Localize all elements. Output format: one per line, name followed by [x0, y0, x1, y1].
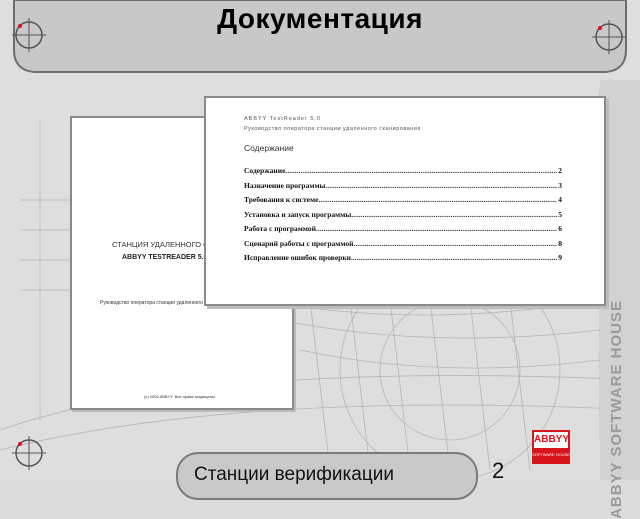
- toc-title: Назначение программы: [244, 180, 326, 190]
- document-toc-page: ABBYY TestReader 5.0 Руководство операто…: [204, 96, 606, 306]
- toc-leader: ........................................…: [325, 180, 562, 190]
- toc-leader: ........................................…: [351, 209, 562, 219]
- vertical-brand-text: ABBYY SOFTWARE HOUSE: [608, 300, 625, 519]
- logo-sub-text: SOFTWARE HOUSE: [532, 452, 570, 457]
- doc-header-line2: Руководство оператора станции удаленного…: [244, 126, 421, 132]
- toc-title: Требования к системе: [244, 195, 319, 204]
- crosshair-icon: [12, 436, 46, 470]
- toc-row: Содержание..............................…: [244, 166, 562, 175]
- crosshair-icon: [12, 18, 46, 52]
- toc-title: Сценарий работы с программой: [244, 238, 354, 248]
- footer-text: Станции верификации: [194, 464, 394, 485]
- toc-page-number: 2: [557, 166, 562, 175]
- slide-title: Документация: [217, 3, 423, 34]
- doc-copyright: (c) 2005 ABBYY. Все права защищены.: [144, 394, 216, 399]
- toc-page-number: 4: [557, 195, 562, 204]
- toc-title: Установка и запуск программы: [244, 209, 352, 219]
- toc-row: Назначение программы....................…: [244, 180, 562, 190]
- logo-main-text: ABBYY: [534, 432, 569, 448]
- doc-header-line1: ABBYY TestReader 5.0: [244, 116, 321, 122]
- toc-row: Работа с программой.....................…: [244, 224, 562, 233]
- toc-row: Требования к системе....................…: [244, 195, 562, 204]
- doc-heading: СТАНЦИЯ УДАЛЕННОГО СК: [112, 240, 213, 249]
- toc-page-number: 6: [557, 224, 562, 233]
- toc-row: Исправление ошибок проверки.............…: [244, 253, 562, 262]
- abbyy-logo: ABBYY SOFTWARE HOUSE: [532, 430, 570, 464]
- crosshair-icon: [592, 20, 626, 54]
- contents-heading: Содержание: [244, 143, 294, 153]
- toc-leader: ........................................…: [316, 224, 562, 233]
- toc-leader: ........................................…: [353, 238, 562, 248]
- toc-page-number: 5: [557, 209, 562, 219]
- toc-title: Содержание: [244, 166, 286, 175]
- footer-pill: Станции верификации: [176, 452, 478, 500]
- toc-page-number: 3: [557, 180, 562, 190]
- toc-leader: ........................................…: [351, 253, 562, 262]
- page-number: 2: [492, 458, 505, 483]
- doc-product-name: ABBYY TESTREADER 5.0: [122, 254, 208, 261]
- toc-leader: ........................................…: [318, 195, 562, 204]
- toc-row: Сценарий работы с программой............…: [244, 238, 562, 248]
- toc-row: Установка и запуск программы............…: [244, 209, 562, 219]
- toc-title: Работа с программой: [244, 224, 316, 233]
- toc-leader: ........................................…: [285, 166, 562, 175]
- toc-page-number: 9: [557, 253, 562, 262]
- toc-title: Исправление ошибок проверки: [244, 253, 351, 262]
- toc-page-number: 8: [557, 238, 562, 248]
